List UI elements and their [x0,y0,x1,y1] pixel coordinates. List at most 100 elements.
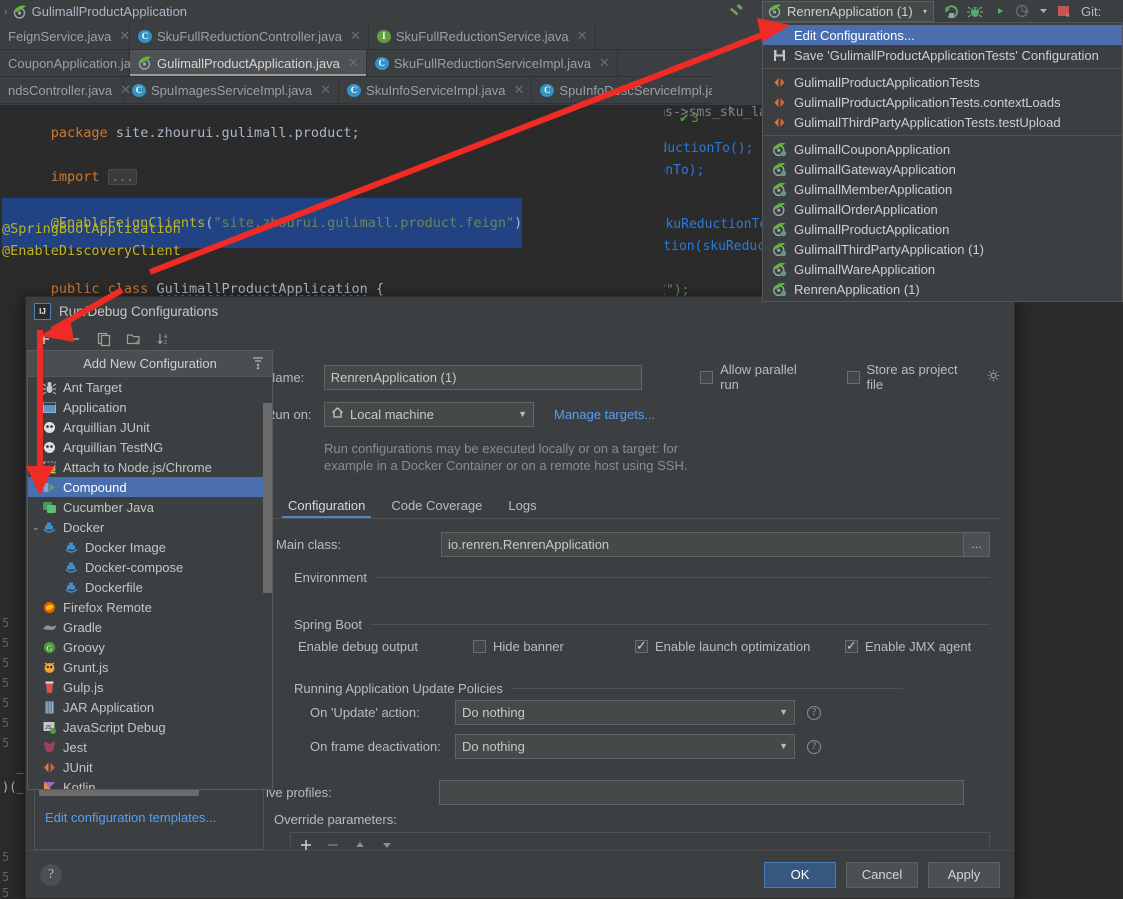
config-type-gruntjs[interactable]: Grunt.js [28,657,272,677]
config-type-arquillian-testng[interactable]: Arquillian TestNG [28,437,272,457]
hide-banner-checkbox[interactable] [473,640,486,653]
inspection-status[interactable]: ✔ 3 [680,110,699,126]
edit-configuration-templates-link[interactable]: Edit configuration templates... [45,810,216,825]
close-icon[interactable]: ✕ [514,82,525,98]
on-frame-deactivation-select[interactable]: Do nothing ▼ [455,734,795,759]
help-icon[interactable]: ? [807,705,821,720]
allow-parallel-run-checkbox[interactable] [700,370,714,384]
config-type-dockerfile[interactable]: Dockerfile [28,577,272,597]
chevron-down-icon[interactable]: ▼ [518,403,527,426]
menu-item-run-config[interactable]: GulimallOrderApplication [763,199,1122,219]
tab-code-coverage[interactable]: Code Coverage [391,498,482,518]
config-type-kotlin[interactable]: Kotlin [28,777,272,789]
import-fold-region[interactable]: ... [107,169,138,185]
on-update-action-select[interactable]: Do nothing ▼ [455,700,795,725]
run-configuration-selector[interactable]: RenrenApplication (1) ▾ [762,0,934,22]
store-as-project-file-checkbox[interactable] [846,370,860,384]
menu-item-run-config[interactable]: GulimallThirdPartyApplication (1) [763,239,1122,259]
tab-configuration[interactable]: Configuration [281,498,372,518]
editor-tab[interactable]: ndsController.java ✕ [0,77,131,103]
config-type-jar-application[interactable]: JAR Application [28,697,272,717]
help-icon[interactable]: ? [807,739,821,754]
chevron-down-icon[interactable]: ▼ [779,701,788,724]
config-type-docker[interactable]: ⌄ Docker [28,517,272,537]
stop-icon[interactable]: s [1056,3,1072,19]
menu-item-run-config[interactable]: GulimallThirdPartyApplicationTests.testU… [763,112,1122,132]
run-with-coverage-icon[interactable] [991,3,1007,19]
apply-button[interactable]: Apply [928,861,1000,888]
config-type-gradle[interactable]: Gradle [28,617,272,637]
popup-scrollbar[interactable] [263,403,272,789]
editor-tab-active[interactable]: GulimallProductApplication.java ✕ [130,50,367,76]
manage-targets-link[interactable]: Manage targets... [554,407,655,422]
config-type-attach-to-nodejs-chrome[interactable]: JS Attach to Node.js/Chrome [28,457,272,477]
config-type-arquillian-junit[interactable]: Arquillian JUnit [28,417,272,437]
debug-icon[interactable] [967,3,983,19]
main-class-input[interactable]: io.renren.RenrenApplication [441,532,964,557]
menu-item-run-config[interactable]: GulimallGatewayApplication [763,159,1122,179]
profile-icon[interactable] [1015,3,1031,19]
menu-item-run-config[interactable]: GulimallWareApplication [763,259,1122,279]
close-icon[interactable]: ✕ [348,55,359,71]
config-type-docker-compose[interactable]: Docker-compose [28,557,272,577]
config-type-firefox-remote[interactable]: Firefox Remote [28,597,272,617]
menu-item-edit-configurations[interactable]: Edit Configurations... [763,25,1122,45]
scrollbar-thumb[interactable] [263,403,272,593]
cancel-button[interactable]: Cancel [846,861,918,888]
chevron-down-icon[interactable]: ▼ [779,735,788,758]
profile-dropdown-icon[interactable] [1039,3,1048,19]
close-icon[interactable]: ✕ [577,28,588,44]
ok-button[interactable]: OK [764,861,836,888]
chevron-up-icon[interactable]: ⌃ [726,105,736,119]
chevron-down-icon[interactable]: ⌄ [32,522,40,533]
config-type-docker-image[interactable]: Docker Image [28,537,272,557]
enable-debug-output-label[interactable]: Enable debug output [298,639,473,654]
chevron-down-icon[interactable]: ▾ [923,7,927,16]
menu-item-run-config[interactable]: GulimallCouponApplication [763,139,1122,159]
active-profiles-input[interactable] [439,780,964,805]
editor-tab[interactable]: C SpuImagesServiceImpl.java ✕ [124,77,340,103]
enable-jmx-agent-checkbox[interactable] [845,638,858,653]
sort-alphabetically-icon[interactable]: a z [156,331,172,347]
gear-icon[interactable] [987,369,1000,385]
editor-tab[interactable]: C SkuFullReductionController.java ✕ [130,23,369,49]
editor-tab[interactable]: I SkuFullReductionService.java ✕ [369,23,596,49]
menu-item-run-config[interactable]: GulimallProductApplication [763,219,1122,239]
run-on-target-select[interactable]: Local machine ▼ [324,402,534,427]
remove-icon[interactable] [66,331,82,347]
config-type-gulpjs[interactable]: Gulp.js [28,677,272,697]
editor-tab[interactable]: C SpuInfoDescServiceImpl.java ✕ [532,77,712,103]
config-type-jest[interactable]: Jest [28,737,272,757]
close-icon[interactable]: ✕ [599,55,610,71]
browse-main-class-button[interactable]: ... [964,532,990,557]
editor-tab[interactable]: C SkuFullReductionServiceImpl.java ✕ [367,50,618,76]
help-button[interactable]: ? [40,863,62,886]
config-type-application[interactable]: Application [28,397,272,417]
config-type-compound[interactable]: Compound [28,477,272,497]
tab-logs[interactable]: Logs [508,498,536,518]
editor-tab[interactable]: FeignService.java ✕ [0,23,130,49]
configuration-name-input[interactable]: RenrenApplication (1) [323,364,643,390]
menu-item-run-config[interactable]: GulimallProductApplicationTests.contextL… [763,92,1122,112]
build-project-button[interactable] [716,0,756,22]
menu-item-save-configuration[interactable]: Save 'GulimallProductApplicationTests' C… [763,45,1122,65]
speed-search-icon[interactable] [251,355,265,371]
run-icon[interactable] [943,3,959,19]
menu-item-run-config[interactable]: GulimallProductApplicationTests [763,72,1122,92]
config-type-junit[interactable]: JUnit [28,757,272,777]
new-folder-icon[interactable] [126,331,142,347]
close-icon[interactable]: ✕ [320,82,331,98]
menu-item-run-config[interactable]: GulimallMemberApplication [763,179,1122,199]
menu-item-run-config[interactable]: RenrenApplication (1) [763,279,1122,299]
config-type-cucumber-java[interactable]: Cucumber Java [28,497,272,517]
close-icon[interactable]: ✕ [350,28,361,44]
copy-icon[interactable] [96,331,112,347]
editor-tab[interactable]: CouponApplication.java ✕ [0,50,164,76]
config-type-groovy[interactable]: G Groovy [28,637,272,657]
close-icon[interactable]: ✕ [119,28,130,44]
enable-launch-optimization-checkbox[interactable] [635,638,648,653]
config-type-ant-target[interactable]: Ant Target [28,377,272,397]
config-type-javascript-debug[interactable]: JS JavaScript Debug [28,717,272,737]
add-icon[interactable] [36,331,52,347]
editor-tab[interactable]: C SkuInfoServiceImpl.java ✕ [339,77,533,103]
